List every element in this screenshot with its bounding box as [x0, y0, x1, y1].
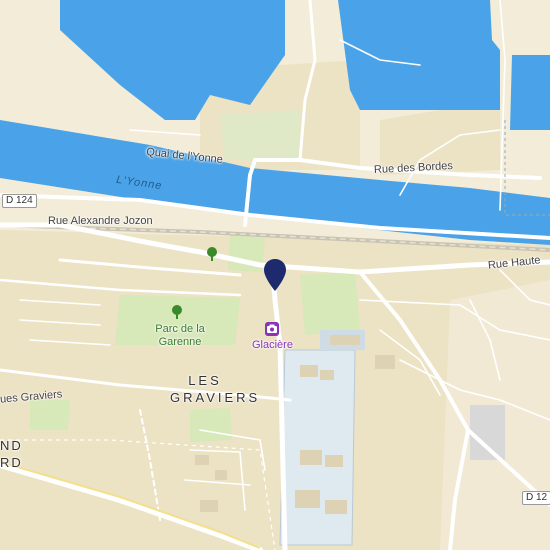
road-shield-d12: D 12: [522, 491, 550, 505]
tree-icon: [172, 305, 182, 319]
park-label-garenne: Parc de la Garenne: [155, 323, 205, 348]
camera-icon[interactable]: [265, 322, 279, 336]
map-canvas[interactable]: Quai de l'Yonne Rue des Bordes L'Yonne D…: [0, 0, 550, 550]
street-label-rue-alexandre-jozon: Rue Alexandre Jozon: [48, 215, 153, 227]
water-reservoir-right: [338, 0, 500, 110]
location-pin-icon[interactable]: [263, 258, 287, 292]
district-label-les-graviers: LES GRAVIERS: [170, 373, 261, 405]
place-label-partial-top: ND: [0, 438, 23, 453]
road-shield-d124: D 124: [2, 194, 37, 208]
poi-label-glaciere[interactable]: Glacière: [252, 340, 293, 351]
water-reservoir-left: [60, 0, 285, 120]
place-label-partial-bottom: RD: [0, 455, 23, 470]
water-reservoir-far-right: [510, 55, 550, 130]
tree-icon: [207, 247, 217, 261]
